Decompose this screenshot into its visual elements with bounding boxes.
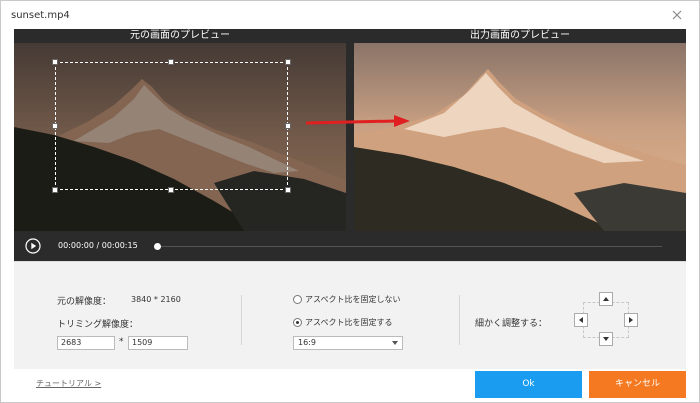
aspect-free-radio[interactable] (293, 295, 302, 304)
time-separator: / (96, 241, 100, 250)
trim-width-input[interactable]: 2683 (57, 336, 115, 350)
crop-handle-left[interactable] (52, 123, 58, 129)
total-time: 00:00:15 (101, 241, 138, 250)
crop-handle-top-right[interactable] (285, 59, 291, 65)
crop-handle-top-left[interactable] (52, 59, 58, 65)
crop-selection-box[interactable] (55, 62, 288, 190)
ok-button[interactable]: Ok (475, 371, 582, 398)
aspect-ratio-select[interactable]: 16:9 (293, 336, 403, 350)
time-readout: 00:00:00 / 00:00:15 (58, 241, 138, 250)
aspect-fixed-radio[interactable] (293, 318, 302, 327)
trim-height-input[interactable]: 1509 (128, 336, 188, 350)
crop-direction-arrow-icon (305, 115, 410, 127)
crop-handle-right[interactable] (285, 123, 291, 129)
output-preview (354, 43, 686, 231)
nudge-up-button[interactable] (599, 292, 613, 306)
footer: チュートリアル > Ok キャンセル (14, 369, 686, 399)
source-preview (14, 43, 346, 231)
crop-handle-bottom[interactable] (168, 187, 174, 193)
nudge-down-button[interactable] (599, 332, 613, 346)
arrow-up-icon (603, 297, 609, 301)
crop-handle-top[interactable] (168, 59, 174, 65)
original-resolution-label: 元の解像度： (57, 297, 112, 307)
arrow-left-icon (579, 317, 583, 323)
title-bar: sunset.mp4 (1, 1, 699, 31)
crop-dialog-window: sunset.mp4 元の画面のプレビュー 出力画面のプレビュー 00:00:0… (0, 0, 700, 403)
fine-adjust-label: 細かく調整する： (475, 319, 548, 329)
aspect-fixed-label: アスペクト比を固定する (305, 318, 393, 327)
divider (459, 295, 460, 345)
original-resolution-value: 3840 * 2160 (131, 295, 181, 304)
preview-area: 元の画面のプレビュー 出力画面のプレビュー 00:00:00 / 00:00:1… (14, 29, 686, 261)
crop-settings-panel: 元の解像度： 3840 * 2160 トリミング解像度： 2683 * 1509… (14, 261, 686, 369)
arrow-right-icon (629, 317, 633, 323)
source-preview-title: 元の画面のプレビュー (130, 30, 230, 41)
cancel-button[interactable]: キャンセル (589, 371, 686, 398)
window-title: sunset.mp4 (11, 10, 70, 21)
nudge-right-button[interactable] (624, 313, 638, 327)
play-icon[interactable] (25, 238, 41, 254)
aspect-free-label: アスペクト比を固定しない (305, 295, 401, 304)
aspect-fixed-option[interactable]: アスペクト比を固定する (293, 317, 392, 328)
close-icon[interactable] (669, 7, 685, 23)
fine-adjust-pad (571, 292, 641, 348)
aspect-ratio-value: 16:9 (298, 338, 316, 347)
aspect-free-option[interactable]: アスペクト比を固定しない (293, 294, 400, 305)
trim-resolution-label: トリミング解像度： (57, 320, 139, 330)
crop-handle-bottom-left[interactable] (52, 187, 58, 193)
chevron-down-icon (392, 341, 398, 345)
divider (241, 295, 242, 345)
output-video-frame (354, 43, 686, 231)
nudge-left-button[interactable] (574, 313, 588, 327)
arrow-down-icon (603, 337, 609, 341)
seek-track[interactable] (158, 246, 662, 247)
current-time: 00:00:00 (58, 241, 94, 250)
seek-thumb[interactable] (154, 243, 161, 250)
tutorial-link[interactable]: チュートリアル > (36, 378, 101, 389)
trim-separator: * (119, 337, 124, 347)
output-preview-title: 出力画面のプレビュー (470, 30, 570, 41)
player-controls: 00:00:00 / 00:00:15 (14, 231, 686, 261)
crop-handle-bottom-right[interactable] (285, 187, 291, 193)
